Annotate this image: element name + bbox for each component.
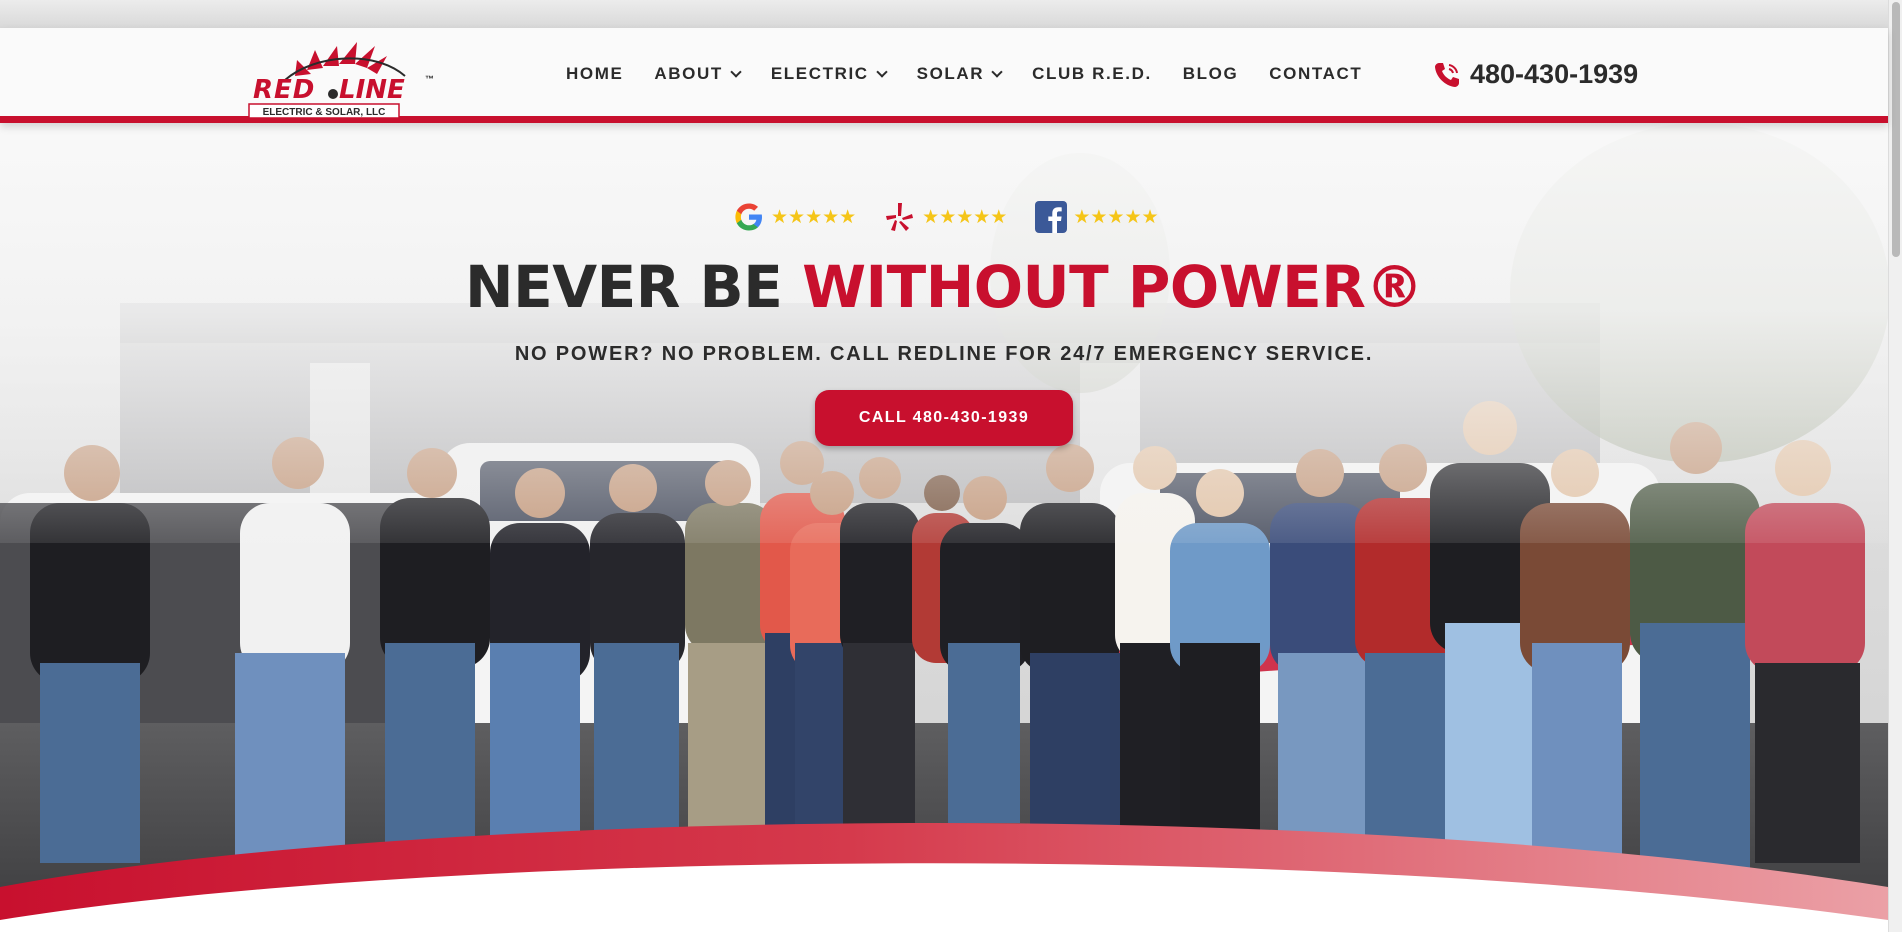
hero-bottom-wave [0,823,1888,932]
headline-dark-part: NEVER BE [465,253,803,321]
chevron-down-icon [876,65,888,78]
facebook-icon [1035,201,1068,233]
nav-home[interactable]: HOME [566,64,623,84]
hero-top-fade [0,123,1888,543]
facebook-review[interactable]: ★★★★★ [1035,201,1159,233]
main-nav: HOME ABOUT ELECTRIC SOLAR CLUB R.E.D. BL… [566,64,1393,84]
phone-icon [1435,62,1459,87]
google-stars: ★★★★★ [771,206,857,228]
hero-subhead: NO POWER? NO PROBLEM. CALL REDLINE FOR 2… [514,343,1374,365]
redline-logo[interactable]: RED LINE ™ ELECTRIC & SOLAR, LLC [245,36,445,120]
hero-section: ★★★★★ ★★★★★ ★★★★★ NEVER BE WITHOUT POWER… [0,123,1888,932]
header-phone-number: 480-430-1939 [1470,59,1639,89]
nav-electric-label: ELECTRIC [770,64,869,83]
nav-solar-label: SOLAR [916,64,985,83]
review-ratings: ★★★★★ ★★★★★ ★★★★★ [733,201,1187,233]
chevron-down-icon [991,65,1003,78]
chevron-down-icon [730,65,742,78]
svg-text:RED: RED [253,75,315,105]
yelp-review[interactable]: ★★★★★ [884,201,1007,233]
google-review[interactable]: ★★★★★ [733,201,856,233]
nav-club-red[interactable]: CLUB R.E.D. [1032,64,1152,84]
call-now-button[interactable]: CALL 480-430-1939 [815,390,1073,446]
nav-about-label: ABOUT [654,64,723,83]
hero-headline: NEVER BE WITHOUT POWER® [0,253,1888,321]
nav-about[interactable]: ABOUT [654,64,742,84]
nav-blog[interactable]: BLOG [1183,64,1239,84]
svg-text:ELECTRIC & SOLAR, LLC: ELECTRIC & SOLAR, LLC [263,107,386,118]
site-header: RED LINE ™ ELECTRIC & SOLAR, LLC HOME AB… [0,28,1888,123]
yelp-stars: ★★★★★ [922,206,1008,228]
nav-contact[interactable]: CONTACT [1269,64,1362,84]
nav-club-red-label: CLUB R.E.D. [1032,64,1152,83]
nav-solar[interactable]: SOLAR [916,64,1003,84]
page: RED LINE ™ ELECTRIC & SOLAR, LLC HOME AB… [0,0,1902,932]
nav-electric[interactable]: ELECTRIC [770,64,888,84]
nav-home-label: HOME [566,64,624,83]
browser-top-strip [0,0,1888,28]
headline-red-part: WITHOUT POWER® [802,253,1423,321]
svg-text:™: ™ [425,74,434,84]
scrollbar-thumb[interactable] [1892,2,1900,257]
google-icon [735,203,762,231]
svg-text:LINE: LINE [339,75,405,105]
nav-contact-label: CONTACT [1269,64,1363,83]
facebook-stars: ★★★★★ [1073,206,1159,228]
page-scrollbar[interactable] [1888,0,1902,932]
header-phone-link[interactable]: 480-430-1939 [1432,59,1638,90]
yelp-icon [886,203,914,231]
nav-blog-label: BLOG [1182,64,1239,83]
